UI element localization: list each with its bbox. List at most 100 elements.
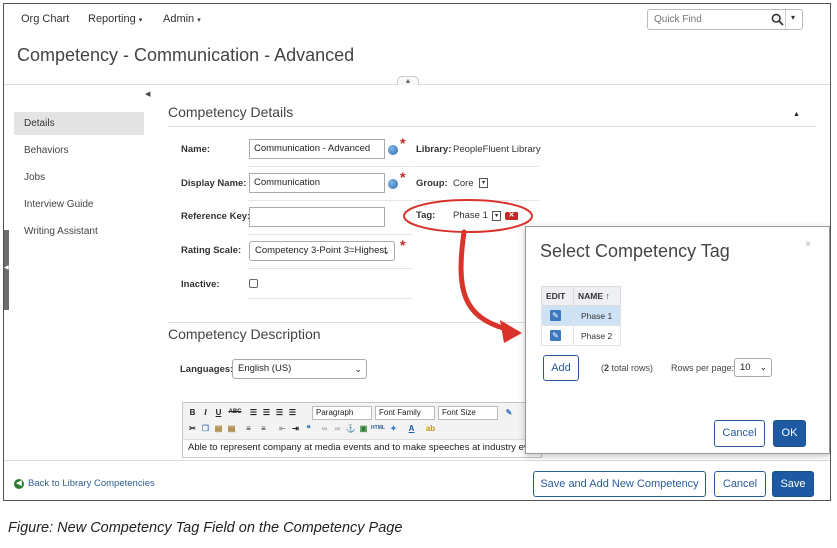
- description-section-title: Competency Description: [168, 326, 321, 342]
- cut-icon[interactable]: ✂: [187, 422, 198, 435]
- add-tag-button[interactable]: Add: [543, 355, 579, 381]
- table-row[interactable]: ✎ Phase 1: [541, 305, 621, 326]
- language-value: English (US): [238, 363, 292, 374]
- edit-source-icon[interactable]: ✎: [503, 406, 515, 419]
- copy-icon[interactable]: ❐: [200, 422, 211, 435]
- edit-icon[interactable]: ✎: [550, 310, 561, 321]
- indent-icon[interactable]: ⇥: [290, 422, 301, 435]
- back-to-library-link[interactable]: ◀ Back to Library Competencies: [14, 478, 155, 489]
- row-divider: [248, 166, 413, 167]
- html-icon[interactable]: HTML: [371, 422, 385, 435]
- footer-bar: ◀ Back to Library Competencies Save and …: [4, 460, 830, 500]
- tag-name-cell[interactable]: Phase 2: [573, 325, 621, 346]
- row-divider: [248, 234, 413, 235]
- save-and-add-button[interactable]: Save and Add New Competency: [533, 471, 706, 497]
- unlink-icon[interactable]: ∞: [332, 422, 343, 435]
- align-right-icon[interactable]: ☰: [274, 406, 285, 419]
- sidebar-item-details[interactable]: Details: [14, 112, 144, 135]
- numbered-list-icon[interactable]: ≡: [258, 422, 269, 435]
- display-name-field[interactable]: Communication: [249, 173, 385, 193]
- bullet-list-icon[interactable]: ≡: [243, 422, 254, 435]
- bold-button[interactable]: B: [187, 406, 198, 419]
- chevron-down-icon: ⌄: [759, 362, 767, 372]
- edit-icon[interactable]: ✎: [550, 330, 561, 341]
- details-section-title: Competency Details: [168, 104, 294, 120]
- total-rows-text: (2 total rows): [601, 363, 653, 373]
- dialog-ok-button[interactable]: OK: [773, 420, 806, 447]
- group-dropdown-icon[interactable]: ▾: [479, 178, 488, 188]
- nav-admin[interactable]: Admin ▾: [163, 13, 201, 25]
- blockquote-icon[interactable]: ❝: [303, 422, 314, 435]
- group-value: Core: [453, 178, 474, 189]
- paste-icon[interactable]: ▤: [213, 422, 224, 435]
- language-select[interactable]: English (US) ⌄: [232, 359, 367, 379]
- paragraph-select[interactable]: Paragraph: [312, 406, 372, 420]
- sidebar-collapse-icon[interactable]: ◀: [145, 90, 150, 98]
- name-label: Name:: [181, 144, 211, 155]
- close-icon[interactable]: ×: [805, 239, 811, 250]
- rich-text-editor: B I U ABC ☰ ☰ ☰ ☰ Paragraph Font Family …: [182, 402, 542, 458]
- align-center-icon[interactable]: ☰: [261, 406, 272, 419]
- languages-label: Languages:: [180, 364, 234, 375]
- nav-org-chart[interactable]: Org Chart: [21, 13, 69, 25]
- column-header-name[interactable]: NAME ↑: [573, 286, 621, 306]
- required-icon: *: [400, 135, 406, 151]
- text-color-icon[interactable]: A: [406, 422, 417, 435]
- reference-key-label: Reference Key:: [181, 211, 251, 222]
- chevron-down-icon: ⌄: [382, 246, 390, 256]
- strikethrough-button[interactable]: ABC: [226, 406, 244, 419]
- italic-button[interactable]: I: [200, 406, 211, 419]
- inactive-label: Inactive:: [181, 279, 220, 290]
- highlight-color-icon[interactable]: ab: [425, 422, 436, 435]
- header-collapse-toggle[interactable]: ▲: [397, 76, 419, 85]
- sidebar-item-behaviors[interactable]: Behaviors: [14, 139, 144, 162]
- nav-reporting[interactable]: Reporting ▾: [88, 13, 142, 25]
- dialog-title: Select Competency Tag: [540, 241, 730, 261]
- cancel-button[interactable]: Cancel: [714, 471, 766, 497]
- globe-icon[interactable]: [388, 179, 398, 189]
- quick-find: ▾: [647, 9, 803, 30]
- table-row[interactable]: ✎ Phase 2: [541, 325, 621, 346]
- outdent-icon[interactable]: ⇤: [277, 422, 288, 435]
- sidebar-item-jobs[interactable]: Jobs: [14, 166, 144, 189]
- editor-content[interactable]: Able to represent company at media event…: [183, 439, 541, 457]
- image-icon[interactable]: ▣: [358, 422, 369, 435]
- rows-per-page-select[interactable]: 10 ⌄: [734, 358, 772, 377]
- section-collapse-icon[interactable]: ▲: [793, 111, 800, 118]
- name-field[interactable]: Communication - Advanced: [249, 139, 385, 159]
- quick-find-input[interactable]: [650, 11, 762, 28]
- nav-reporting-label: Reporting: [88, 13, 136, 25]
- back-arrow-icon: ◀: [14, 479, 24, 489]
- clean-icon[interactable]: ✦: [388, 422, 399, 435]
- reference-key-field[interactable]: [249, 207, 385, 227]
- inactive-checkbox[interactable]: [249, 279, 258, 288]
- font-family-select[interactable]: Font Family: [375, 406, 435, 420]
- sidebar-item-writing-assistant[interactable]: Writing Assistant: [14, 220, 144, 243]
- rating-scale-select[interactable]: Competency 3-Point 3=Highest ⌄: [249, 241, 395, 261]
- tag-dropdown-icon[interactable]: ▾: [492, 211, 501, 221]
- font-size-select[interactable]: Font Size: [438, 406, 498, 420]
- sidebar-item-interview-guide[interactable]: Interview Guide: [14, 193, 144, 216]
- save-button[interactable]: Save: [772, 471, 814, 497]
- tag-remove-icon[interactable]: ✕: [505, 212, 518, 220]
- tag-label: Tag:: [416, 210, 436, 221]
- search-icon[interactable]: [771, 13, 784, 26]
- link-icon[interactable]: ∞: [319, 422, 330, 435]
- underline-button[interactable]: U: [213, 406, 224, 419]
- required-icon: *: [400, 237, 406, 253]
- page-title: Competency - Communication - Advanced: [17, 45, 355, 65]
- caret-down-icon: ▾: [197, 17, 201, 24]
- align-justify-icon[interactable]: ☰: [287, 406, 298, 419]
- align-left-icon[interactable]: ☰: [248, 406, 259, 419]
- column-header-name-label: NAME: [578, 291, 604, 301]
- tag-name-cell[interactable]: Phase 1: [573, 305, 621, 326]
- anchor-icon[interactable]: ⚓: [345, 422, 356, 435]
- required-icon: *: [400, 169, 406, 185]
- dialog-cancel-button[interactable]: Cancel: [714, 420, 765, 447]
- row-divider: [248, 268, 413, 269]
- quick-find-dropdown-icon[interactable]: ▾: [791, 13, 795, 22]
- paste-text-icon[interactable]: ▤: [226, 422, 237, 435]
- globe-icon[interactable]: [388, 145, 398, 155]
- rating-scale-label: Rating Scale:: [181, 245, 242, 256]
- side-panel-handle[interactable]: ◀: [4, 230, 9, 310]
